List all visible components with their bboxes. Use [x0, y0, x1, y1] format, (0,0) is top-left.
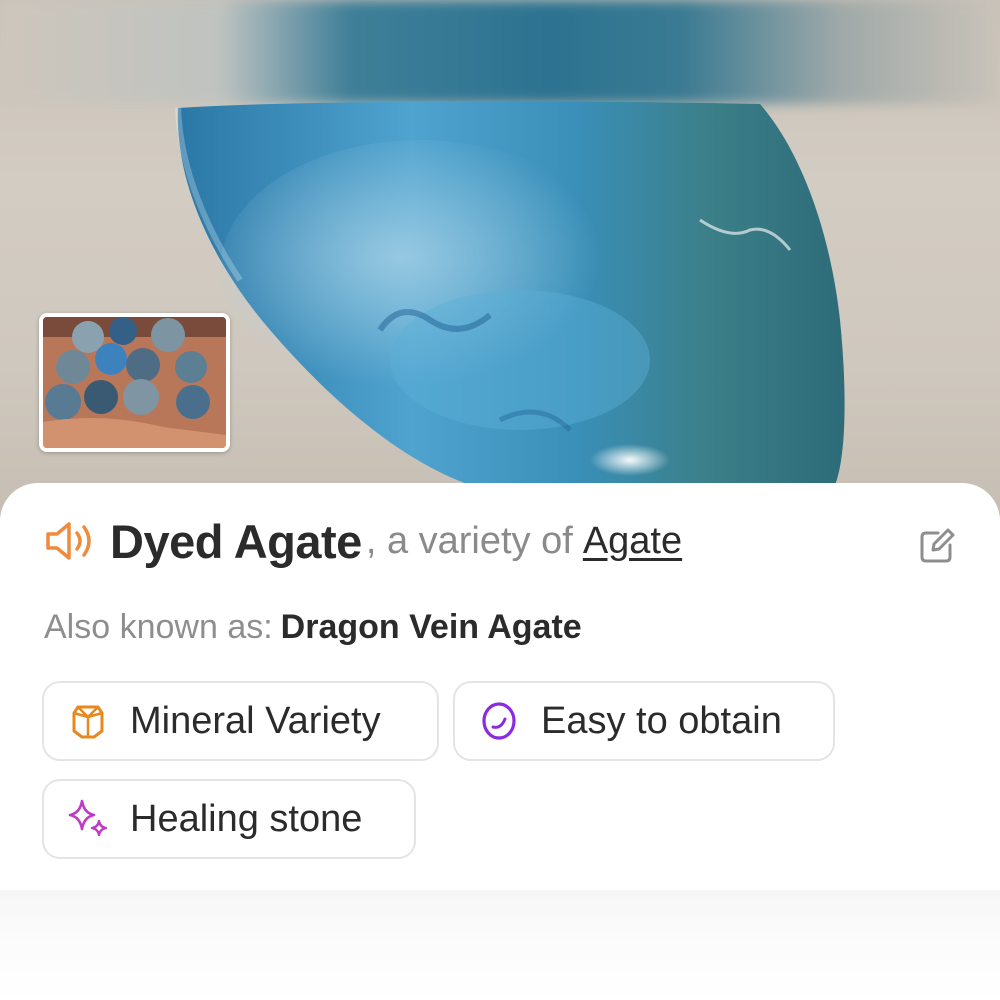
aka-label: Also known as:	[44, 608, 273, 646]
parent-variety-link[interactable]: Agate	[583, 520, 682, 563]
chip-label: Healing stone	[130, 797, 363, 840]
sparkle-icon	[68, 799, 108, 839]
stone-photo	[0, 0, 1000, 520]
speaker-icon[interactable]	[44, 519, 96, 563]
chip-mineral-variety[interactable]: Mineral Variety	[42, 681, 439, 761]
bottom-fade	[0, 890, 1000, 1000]
chip-easy-to-obtain[interactable]: Easy to obtain	[453, 681, 835, 761]
stone-name: Dyed Agate	[110, 514, 362, 568]
chip-label: Easy to obtain	[541, 699, 782, 742]
variety-of-text: , a variety of	[365, 519, 573, 562]
title-row: Dyed Agate , a variety of Agate	[44, 511, 682, 571]
aka-value: Dragon Vein Agate	[280, 608, 582, 646]
photo-thumbnail[interactable]	[39, 313, 230, 452]
egg-icon	[479, 701, 519, 741]
edit-icon[interactable]	[918, 527, 956, 565]
chip-label: Mineral Variety	[130, 699, 381, 742]
also-known-as: Also known as: Dragon Vein Agate	[44, 608, 582, 647]
gem-icon	[68, 701, 108, 741]
chip-healing-stone[interactable]: Healing stone	[42, 779, 416, 859]
beads-in-hand-thumbnail	[43, 317, 226, 448]
